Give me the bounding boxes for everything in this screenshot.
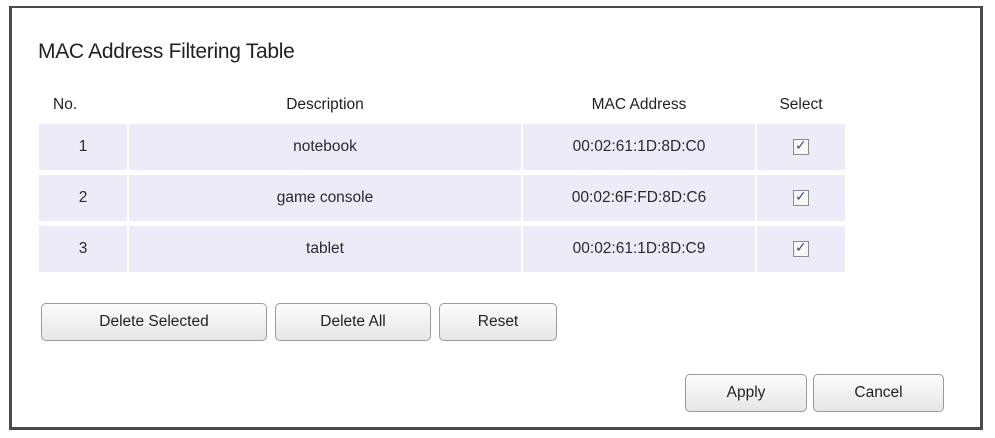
table-row: 1 notebook 00:02:61:1D:8D:C0 ✓ [39, 124, 845, 170]
mac-filter-table: No. Description MAC Address Select 1 not… [37, 86, 847, 277]
table-header-row: No. Description MAC Address Select [39, 91, 845, 119]
row-mac-address: 00:02:6F:FD:8D:C6 [523, 175, 755, 221]
header-select: Select [779, 96, 823, 113]
delete-selected-button[interactable]: Delete Selected [41, 303, 267, 341]
cancel-button[interactable]: Cancel [813, 374, 944, 412]
row-mac-address: 00:02:61:1D:8D:C9 [523, 226, 755, 272]
header-no: No. [53, 96, 78, 113]
row-description: notebook [129, 124, 521, 170]
row-select-cell: ✓ [757, 124, 845, 170]
apply-button[interactable]: Apply [685, 374, 807, 412]
row-select-cell: ✓ [757, 175, 845, 221]
row-description: game console [129, 175, 521, 221]
table-row: 3 tablet 00:02:61:1D:8D:C9 ✓ [39, 226, 845, 272]
select-checkbox[interactable]: ✓ [793, 239, 809, 257]
row-mac-address: 00:02:61:1D:8D:C0 [523, 124, 755, 170]
checkmark-icon: ✓ [795, 137, 807, 154]
header-description: Description [286, 96, 364, 113]
row-description: tablet [129, 226, 521, 272]
delete-all-button[interactable]: Delete All [275, 303, 431, 341]
table-row: 2 game console 00:02:6F:FD:8D:C6 ✓ [39, 175, 845, 221]
row-select-cell: ✓ [757, 226, 845, 272]
checkmark-icon: ✓ [795, 188, 807, 205]
reset-button[interactable]: Reset [439, 303, 557, 341]
checkmark-icon: ✓ [795, 239, 807, 256]
row-number: 2 [39, 175, 127, 221]
section-title: MAC Address Filtering Table [38, 40, 295, 63]
select-checkbox[interactable]: ✓ [793, 188, 809, 206]
header-mac-address: MAC Address [591, 96, 687, 113]
row-number: 1 [39, 124, 127, 170]
select-checkbox[interactable]: ✓ [793, 137, 809, 155]
row-number: 3 [39, 226, 127, 272]
